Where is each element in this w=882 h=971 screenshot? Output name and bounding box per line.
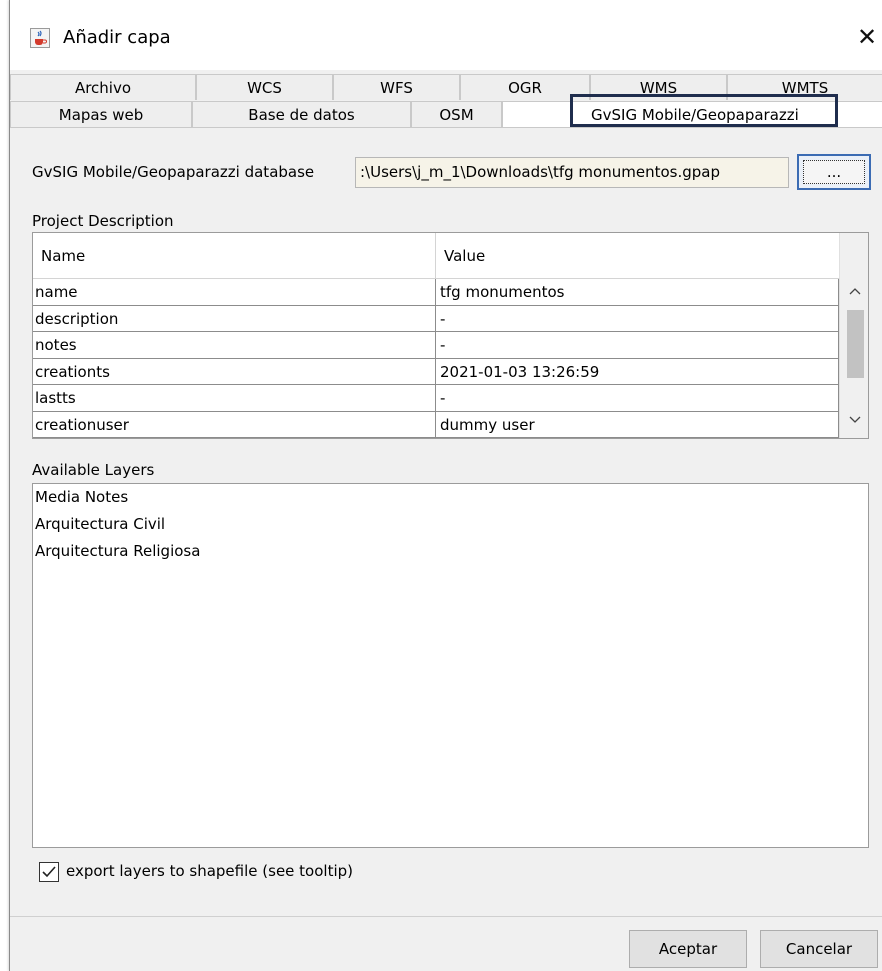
table-row[interactable]: lastts - <box>33 385 839 412</box>
database-path-field[interactable]: :\Users\j_m_1\Downloads\tfg monumentos.g… <box>355 157 789 188</box>
available-layers-list: Media Notes Arquitectura Civil Arquitect… <box>32 483 869 848</box>
column-header-value[interactable]: Value <box>436 233 839 279</box>
title-bar: Añadir capa ✕ <box>10 0 882 70</box>
scroll-up-icon[interactable] <box>840 279 868 305</box>
column-header-name[interactable]: Name <box>33 233 436 279</box>
table-row[interactable]: description - <box>33 305 839 332</box>
tab-row-1: Archivo WCS WFS OGR WMS WMTS <box>10 74 882 100</box>
tab-wms[interactable]: WMS <box>590 74 727 100</box>
cell-name: description <box>33 305 436 332</box>
tab-row-2: Mapas web Base de datos OSM GvSIG Mobile… <box>10 101 882 127</box>
cell-name: notes <box>33 332 436 359</box>
add-layer-dialog: Añadir capa ✕ Archivo WCS WFS OGR WMS WM… <box>9 0 882 971</box>
cancel-button[interactable]: Cancelar <box>760 930 878 968</box>
tab-wfs[interactable]: WFS <box>333 74 460 100</box>
table-header: Name Value <box>33 233 839 279</box>
tab-osm[interactable]: OSM <box>411 101 502 127</box>
cell-name: name <box>33 279 436 306</box>
cell-name: creationuser <box>33 411 436 438</box>
list-item[interactable]: Media Notes <box>33 484 868 511</box>
cell-name: lastts <box>33 385 436 412</box>
java-cup-icon <box>30 28 50 48</box>
cell-value: tfg monumentos <box>436 279 839 306</box>
footer-divider <box>10 916 882 917</box>
table-row[interactable]: notes - <box>33 332 839 359</box>
export-shapefile-checkbox[interactable] <box>39 862 59 882</box>
accept-button[interactable]: Aceptar <box>629 930 747 968</box>
tab-gvsig-mobile-geopaparazzi[interactable]: GvSIG Mobile/Geopaparazzi <box>502 101 882 127</box>
cell-value: 2021-01-03 13:26:59 <box>436 358 839 385</box>
export-shapefile-label[interactable]: export layers to shapefile (see tooltip) <box>66 862 353 880</box>
browse-button-label: ... <box>803 160 865 184</box>
browse-button[interactable]: ... <box>797 154 871 190</box>
tab-ogr[interactable]: OGR <box>460 74 590 100</box>
list-item[interactable]: Arquitectura Religiosa <box>33 538 868 565</box>
cell-value: - <box>436 385 839 412</box>
scroll-down-icon[interactable] <box>840 408 868 434</box>
table-row[interactable]: creationuser dummy user <box>33 411 839 438</box>
cell-value: - <box>436 305 839 332</box>
available-layers-label: Available Layers <box>32 461 155 479</box>
database-label: GvSIG Mobile/Geopaparazzi database <box>32 163 315 181</box>
cell-name: creationts <box>33 358 436 385</box>
list-item[interactable]: Arquitectura Civil <box>33 511 868 538</box>
scrollbar-thumb[interactable] <box>847 310 864 378</box>
tab-base-de-datos[interactable]: Base de datos <box>192 101 411 127</box>
table-row[interactable]: creationts 2021-01-03 13:26:59 <box>33 358 839 385</box>
close-button[interactable]: ✕ <box>852 22 882 52</box>
tab-archivo[interactable]: Archivo <box>10 74 196 100</box>
table-row[interactable]: name tfg monumentos <box>33 279 839 306</box>
tab-wmts[interactable]: WMTS <box>727 74 882 100</box>
checkmark-icon <box>42 866 56 878</box>
dialog-title: Añadir capa <box>63 27 171 48</box>
table-body: name tfg monumentos description - notes … <box>33 279 839 438</box>
cell-value: - <box>436 332 839 359</box>
project-description-table: Name Value name tfg monumentos descripti… <box>32 232 869 439</box>
cell-value: dummy user <box>436 411 839 438</box>
tab-mapas-web[interactable]: Mapas web <box>10 101 192 127</box>
table-scrollbar[interactable] <box>839 233 868 438</box>
project-description-label: Project Description <box>32 212 174 230</box>
tab-wcs[interactable]: WCS <box>196 74 333 100</box>
